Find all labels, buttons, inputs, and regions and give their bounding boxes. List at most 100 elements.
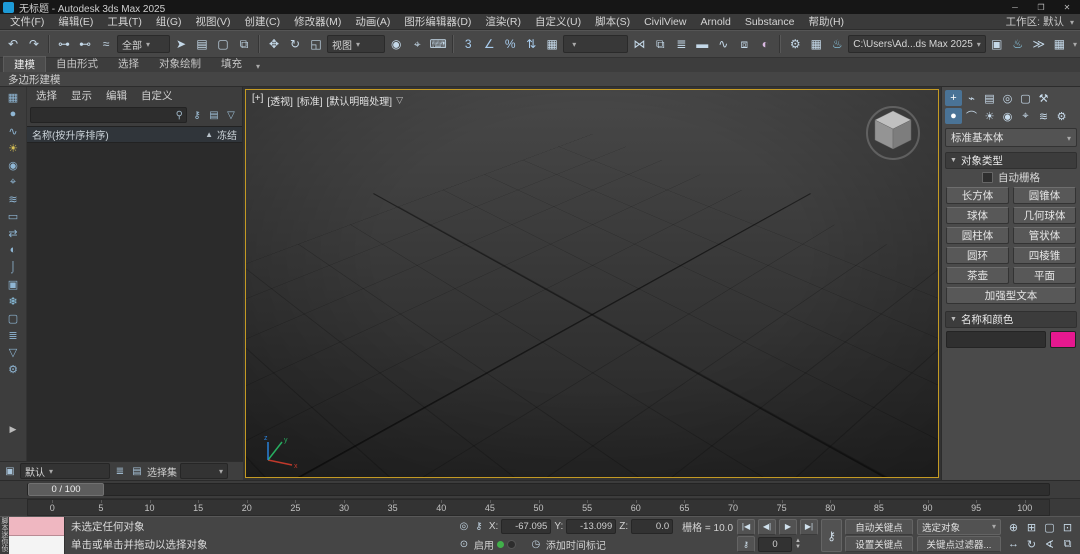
ribbon-tab[interactable]: 对象绘制 bbox=[149, 56, 211, 72]
cameras-icon[interactable]: ◉ bbox=[999, 108, 1016, 124]
menu-item[interactable]: 创建(C) bbox=[238, 16, 288, 28]
explorer-search-input[interactable]: ⚲ bbox=[30, 107, 187, 123]
render-iterative-icon[interactable]: ♨ bbox=[1008, 34, 1028, 54]
keyboard-override-icon[interactable]: ⌨ bbox=[428, 34, 448, 54]
display-influences-icon[interactable]: ▦ bbox=[3, 89, 23, 105]
snap-3d-icon[interactable]: 3 bbox=[458, 34, 478, 54]
fov-icon[interactable]: ∢ bbox=[1041, 536, 1058, 552]
listener-macro-line[interactable] bbox=[9, 517, 64, 536]
column-chooser-icon[interactable]: ▤ bbox=[206, 107, 222, 123]
display-materials-icon[interactable]: ◐ bbox=[3, 242, 23, 258]
name-color-rollout[interactable]: ▼ 名称和颜色 bbox=[945, 311, 1077, 328]
display-lights-icon[interactable]: ☀ bbox=[3, 140, 23, 156]
viewport-menu[interactable]: [默认明暗处理] bbox=[327, 93, 393, 108]
named-sets-combo[interactable] bbox=[563, 35, 629, 53]
frame-spinner[interactable]: ▲ ▼ bbox=[795, 538, 801, 550]
explorer-menu-item[interactable]: 编辑 bbox=[99, 88, 134, 103]
menu-item[interactable]: 修改器(M) bbox=[287, 16, 348, 28]
unlink-selection-icon[interactable]: ⊷ bbox=[75, 34, 95, 54]
orbit-icon[interactable]: ↻ bbox=[1023, 536, 1040, 552]
ribbon-options-caret-icon[interactable] bbox=[252, 60, 260, 72]
select-link-icon[interactable]: ⊶ bbox=[54, 34, 74, 54]
filter-combinations-icon[interactable]: ▽ bbox=[3, 344, 23, 360]
display-tab[interactable]: ▢ bbox=[1017, 90, 1034, 106]
percent-snap-icon[interactable]: % bbox=[500, 34, 520, 54]
zoom-region-icon[interactable]: ⊡ bbox=[1059, 519, 1076, 535]
menu-item[interactable]: Substance bbox=[738, 16, 802, 28]
viewport-menu[interactable]: [标准] bbox=[297, 93, 323, 108]
select-object-icon[interactable]: ➤ bbox=[171, 34, 191, 54]
primitive-button[interactable]: 长方体 bbox=[946, 187, 1009, 204]
schematic-view-icon[interactable]: ⧈ bbox=[734, 34, 754, 54]
selection-set-combo[interactable] bbox=[180, 463, 228, 479]
select-move-icon[interactable]: ✥ bbox=[264, 34, 284, 54]
primitive-button[interactable]: 管状体 bbox=[1013, 227, 1076, 244]
frame-ruler[interactable]: 0 5 10 15 20 25 30 35 40 45 50 55 60 65 70 75 80 85 90 95 10… bbox=[27, 499, 1050, 516]
go-to-start-icon[interactable]: |◀ bbox=[737, 518, 755, 535]
object-name-input[interactable] bbox=[946, 331, 1046, 348]
motion-tab[interactable]: ◎ bbox=[999, 90, 1016, 106]
undo-icon[interactable]: ↶ bbox=[3, 34, 23, 54]
display-containers-icon[interactable]: ▣ bbox=[3, 276, 23, 292]
redo-icon[interactable]: ↷ bbox=[24, 34, 44, 54]
display-bones-icon[interactable]: ⌡ bbox=[3, 259, 23, 275]
geometry-icon[interactable]: ● bbox=[945, 108, 962, 124]
menu-item[interactable]: 脚本(S) bbox=[588, 16, 637, 28]
progressive-display-icon[interactable]: ⊙ bbox=[457, 537, 471, 551]
viewcube[interactable] bbox=[860, 96, 926, 162]
minimize-button[interactable]: ─ bbox=[1002, 0, 1028, 14]
display-groups-icon[interactable]: ▭ bbox=[3, 208, 23, 224]
key-selection-combo[interactable]: 选定对象 bbox=[917, 518, 1001, 535]
hierarchy-tab[interactable]: ▤ bbox=[981, 90, 998, 106]
menu-item[interactable]: 文件(F) bbox=[3, 16, 51, 28]
asset-tracking-icon[interactable]: ▣ bbox=[987, 34, 1007, 54]
zoom-all-icon[interactable]: ⊞ bbox=[1023, 519, 1040, 535]
window-crossing-icon[interactable]: ⧉ bbox=[234, 34, 254, 54]
menu-item[interactable]: 工具(T) bbox=[100, 16, 148, 28]
sort-alphabetical-icon[interactable]: ≣ bbox=[3, 327, 23, 343]
grid-view-icon[interactable]: ▤ bbox=[130, 464, 144, 478]
advanced-filter-icon[interactable]: ▽ bbox=[223, 107, 239, 123]
add-time-tag[interactable]: 添加时间标记 bbox=[546, 537, 606, 552]
display-xrefs-icon[interactable]: ⇄ bbox=[3, 225, 23, 241]
name-column-header[interactable]: 名称(按升序排序) bbox=[32, 127, 201, 142]
app-logo-icon[interactable] bbox=[3, 1, 14, 13]
primitive-button[interactable]: 圆柱体 bbox=[946, 227, 1009, 244]
ribbon-tab[interactable]: 建模 bbox=[3, 56, 46, 72]
isolate-selection-icon[interactable]: ◎ bbox=[457, 520, 471, 534]
play-icon[interactable]: ▶ bbox=[779, 518, 797, 535]
display-cameras-icon[interactable]: ◉ bbox=[3, 157, 23, 173]
selection-lock-icon[interactable]: ⚷ bbox=[472, 520, 486, 534]
systems-icon[interactable]: ⚙ bbox=[1053, 108, 1070, 124]
primitive-button[interactable]: 四棱锥 bbox=[1013, 247, 1076, 264]
display-spacewarps-icon[interactable]: ≋ bbox=[3, 191, 23, 207]
menu-item[interactable]: 帮助(H) bbox=[801, 16, 851, 28]
explorer-column-header[interactable]: 名称(按升序排序) ▲ 冻结 bbox=[27, 126, 242, 143]
maxscript-mini-listener[interactable]: 脚本迷你侦听器 bbox=[0, 517, 65, 554]
explorer-menu-item[interactable]: 选择 bbox=[29, 88, 64, 103]
angle-snap-icon[interactable]: ∠ bbox=[479, 34, 499, 54]
viewport-perspective[interactable]: [+] [透视] [标准] [默认明暗处理] ▽ x y z bbox=[245, 89, 939, 478]
primitive-button[interactable]: 圆环 bbox=[946, 247, 1009, 264]
bind-spacewarp-icon[interactable]: ≈ bbox=[96, 34, 116, 54]
menu-item[interactable]: 组(G) bbox=[149, 16, 189, 28]
primitive-button[interactable]: 几何球体 bbox=[1013, 207, 1076, 224]
object-color-swatch[interactable] bbox=[1050, 331, 1076, 348]
explorer-menu-item[interactable]: 自定义 bbox=[134, 88, 180, 103]
explorer-menu-item[interactable]: 显示 bbox=[64, 88, 99, 103]
spinner-snap-icon[interactable]: ⇅ bbox=[521, 34, 541, 54]
select-manipulate-icon[interactable]: ⌖ bbox=[407, 34, 427, 54]
primitive-category-combo[interactable]: 标准基本体 bbox=[945, 128, 1077, 147]
mirror-icon[interactable]: ⋈ bbox=[629, 34, 649, 54]
selection-filter-combo[interactable]: 全部 bbox=[117, 35, 171, 53]
autogrid-checkbox[interactable] bbox=[982, 171, 993, 183]
use-pivot-center-icon[interactable]: ◉ bbox=[386, 34, 406, 54]
menu-item[interactable]: 动画(A) bbox=[348, 16, 397, 28]
edit-named-sets-icon[interactable]: ▣ bbox=[3, 464, 17, 478]
explorer-object-list[interactable] bbox=[27, 143, 242, 461]
lights-icon[interactable]: ☀ bbox=[981, 108, 998, 124]
menu-item[interactable]: 自定义(U) bbox=[528, 16, 588, 28]
workspace-selector[interactable]: 工作区: 默认 bbox=[1006, 14, 1080, 29]
frozen-column-header[interactable]: 冻结 bbox=[217, 127, 237, 142]
ribbon-panel-polygon-modeling[interactable]: 多边形建模 bbox=[8, 72, 61, 87]
